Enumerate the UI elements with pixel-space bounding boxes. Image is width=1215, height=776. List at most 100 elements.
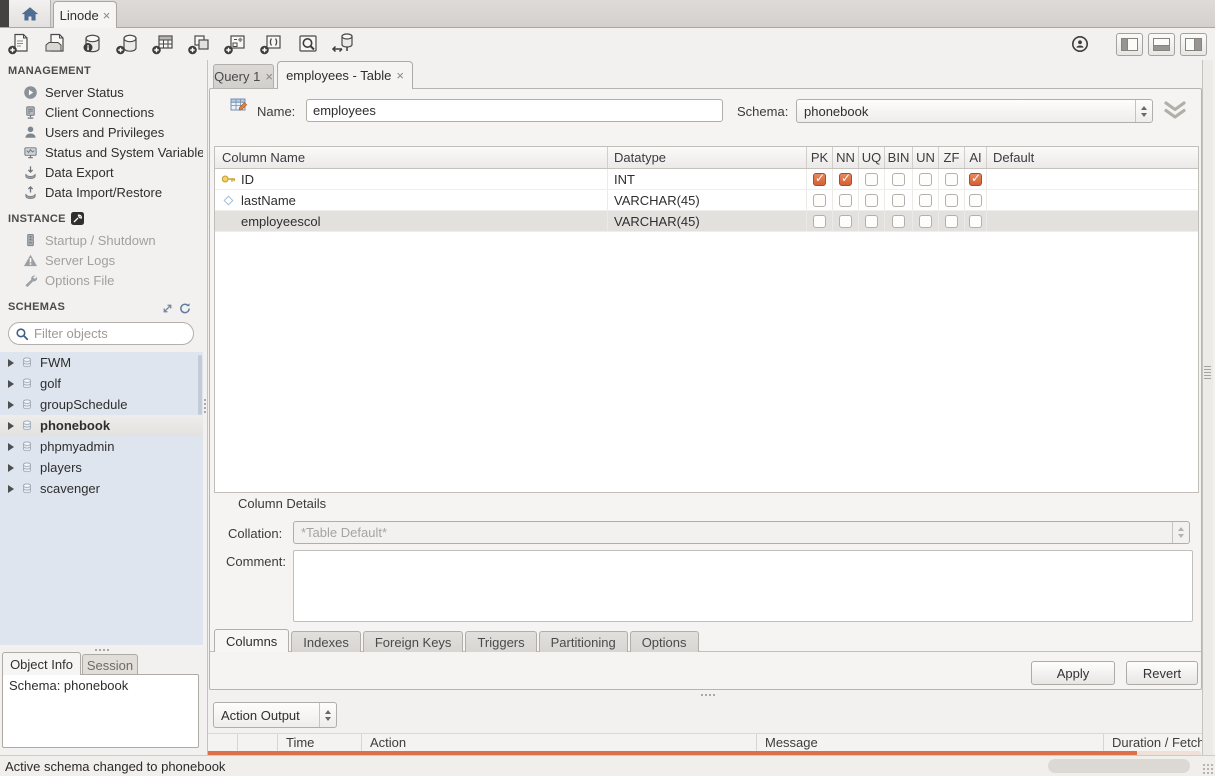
- output-col-index[interactable]: [208, 734, 238, 751]
- sidebar-item-options-file[interactable]: Options File: [0, 270, 203, 290]
- search-table-data-button[interactable]: [294, 32, 321, 56]
- right-panel-splitter[interactable]: [1202, 60, 1213, 755]
- output-col-message[interactable]: Message: [757, 734, 1104, 751]
- close-icon[interactable]: ×: [396, 69, 404, 82]
- schema-filter-input[interactable]: [34, 326, 174, 341]
- resize-grip-icon[interactable]: [1202, 763, 1214, 775]
- schema-item-phpmyadmin[interactable]: phpmyadmin: [0, 436, 203, 457]
- toggle-right-sidebar-button[interactable]: [1180, 33, 1207, 56]
- bin-checkbox[interactable]: [892, 194, 905, 207]
- zf-checkbox[interactable]: [945, 173, 958, 186]
- expander-icon[interactable]: [8, 485, 14, 493]
- uq-checkbox[interactable]: [865, 215, 878, 228]
- reconnect-dbms-button[interactable]: [330, 32, 357, 56]
- output-col-duration[interactable]: Duration / Fetch: [1104, 734, 1202, 751]
- sidebar-item-data-export[interactable]: Data Export: [0, 162, 203, 182]
- un-checkbox[interactable]: [919, 194, 932, 207]
- tab-session[interactable]: Session: [82, 654, 138, 675]
- create-schema-button[interactable]: [114, 32, 141, 56]
- output-col-status[interactable]: [238, 734, 278, 751]
- nn-checkbox[interactable]: [839, 215, 852, 228]
- output-col-action[interactable]: Action: [362, 734, 757, 751]
- expander-icon[interactable]: [8, 380, 14, 388]
- tab-query-1[interactable]: Query 1 ×: [213, 64, 274, 88]
- output-splitter-grip[interactable]: [700, 693, 716, 697]
- col-header-uq[interactable]: UQ: [859, 147, 885, 168]
- splitter-grip[interactable]: [203, 398, 207, 414]
- expander-icon[interactable]: [8, 401, 14, 409]
- tab-triggers[interactable]: Triggers: [465, 631, 536, 652]
- sidebar-item-data-import[interactable]: Data Import/Restore: [0, 182, 203, 202]
- tab-partitioning[interactable]: Partitioning: [539, 631, 628, 652]
- tab-indexes[interactable]: Indexes: [291, 631, 361, 652]
- column-row-id[interactable]: ID INT: [215, 169, 1198, 190]
- schema-item-golf[interactable]: golf: [0, 373, 203, 394]
- table-name-input[interactable]: [306, 99, 723, 122]
- create-view-button[interactable]: [186, 32, 213, 56]
- stepper-icon[interactable]: [319, 703, 336, 727]
- schema-select[interactable]: phonebook: [796, 99, 1153, 123]
- home-tab[interactable]: [9, 0, 51, 27]
- inspector-button[interactable]: [78, 32, 105, 56]
- open-sql-script-button[interactable]: [42, 32, 69, 56]
- sidebar-item-server-logs[interactable]: Server Logs: [0, 250, 203, 270]
- close-icon[interactable]: ×: [103, 9, 111, 22]
- col-header-un[interactable]: UN: [913, 147, 939, 168]
- toggle-bottom-panel-button[interactable]: [1148, 33, 1175, 56]
- col-header-datatype[interactable]: Datatype: [608, 147, 807, 168]
- expand-header-chevron-icon[interactable]: [1162, 100, 1188, 121]
- revert-button[interactable]: Revert: [1126, 661, 1198, 685]
- pk-checkbox[interactable]: [813, 173, 826, 186]
- pk-checkbox[interactable]: [813, 215, 826, 228]
- col-header-pk[interactable]: PK: [807, 147, 833, 168]
- bin-checkbox[interactable]: [892, 215, 905, 228]
- uq-checkbox[interactable]: [865, 194, 878, 207]
- zf-checkbox[interactable]: [945, 215, 958, 228]
- collation-select[interactable]: *Table Default*: [293, 521, 1190, 544]
- create-function-button[interactable]: [258, 32, 285, 56]
- col-header-zf[interactable]: ZF: [939, 147, 965, 168]
- expander-icon[interactable]: [8, 464, 14, 472]
- schema-item-players[interactable]: players: [0, 457, 203, 478]
- create-procedure-button[interactable]: [222, 32, 249, 56]
- expand-schemas-icon[interactable]: [161, 302, 174, 315]
- sidebar-splitter-grip[interactable]: [94, 648, 110, 652]
- create-table-button[interactable]: [150, 32, 177, 56]
- refresh-schemas-icon[interactable]: [178, 302, 192, 315]
- comment-textarea[interactable]: [293, 550, 1193, 622]
- close-icon[interactable]: ×: [265, 70, 273, 83]
- toggle-left-sidebar-button[interactable]: [1116, 33, 1143, 56]
- output-selector[interactable]: Action Output: [213, 702, 337, 728]
- sidebar-item-client-connections[interactable]: Client Connections: [0, 102, 203, 122]
- nn-checkbox[interactable]: [839, 173, 852, 186]
- ai-checkbox[interactable]: [969, 194, 982, 207]
- col-header-bin[interactable]: BIN: [885, 147, 913, 168]
- sidebar-item-server-status[interactable]: Server Status: [0, 82, 203, 102]
- tab-employees-table[interactable]: employees - Table ×: [277, 61, 413, 89]
- apply-button[interactable]: Apply: [1031, 661, 1115, 685]
- zf-checkbox[interactable]: [945, 194, 958, 207]
- column-row-lastname[interactable]: lastName VARCHAR(45): [215, 190, 1198, 211]
- tab-object-info[interactable]: Object Info: [2, 652, 81, 675]
- pk-checkbox[interactable]: [813, 194, 826, 207]
- ai-checkbox[interactable]: [969, 173, 982, 186]
- expander-icon[interactable]: [8, 422, 14, 430]
- sidebar-scrollbar[interactable]: [198, 355, 202, 415]
- nn-checkbox[interactable]: [839, 194, 852, 207]
- schema-item-fwm[interactable]: FWM: [0, 352, 203, 373]
- col-header-column-name[interactable]: Column Name: [215, 147, 608, 168]
- col-header-nn[interactable]: NN: [833, 147, 859, 168]
- un-checkbox[interactable]: [919, 173, 932, 186]
- un-checkbox[interactable]: [919, 215, 932, 228]
- tab-options[interactable]: Options: [630, 631, 699, 652]
- col-header-ai[interactable]: AI: [965, 147, 987, 168]
- expander-icon[interactable]: [8, 443, 14, 451]
- sidebar-item-system-variables[interactable]: Status and System Variables: [0, 142, 203, 162]
- connection-tab-linode[interactable]: Linode ×: [53, 1, 117, 28]
- ai-checkbox[interactable]: [969, 215, 982, 228]
- bin-checkbox[interactable]: [892, 173, 905, 186]
- tab-foreign-keys[interactable]: Foreign Keys: [363, 631, 464, 652]
- output-col-time[interactable]: Time: [278, 734, 362, 751]
- schema-item-groupschedule[interactable]: groupSchedule: [0, 394, 203, 415]
- column-row-employeescol[interactable]: employeescol VARCHAR(45): [215, 211, 1198, 232]
